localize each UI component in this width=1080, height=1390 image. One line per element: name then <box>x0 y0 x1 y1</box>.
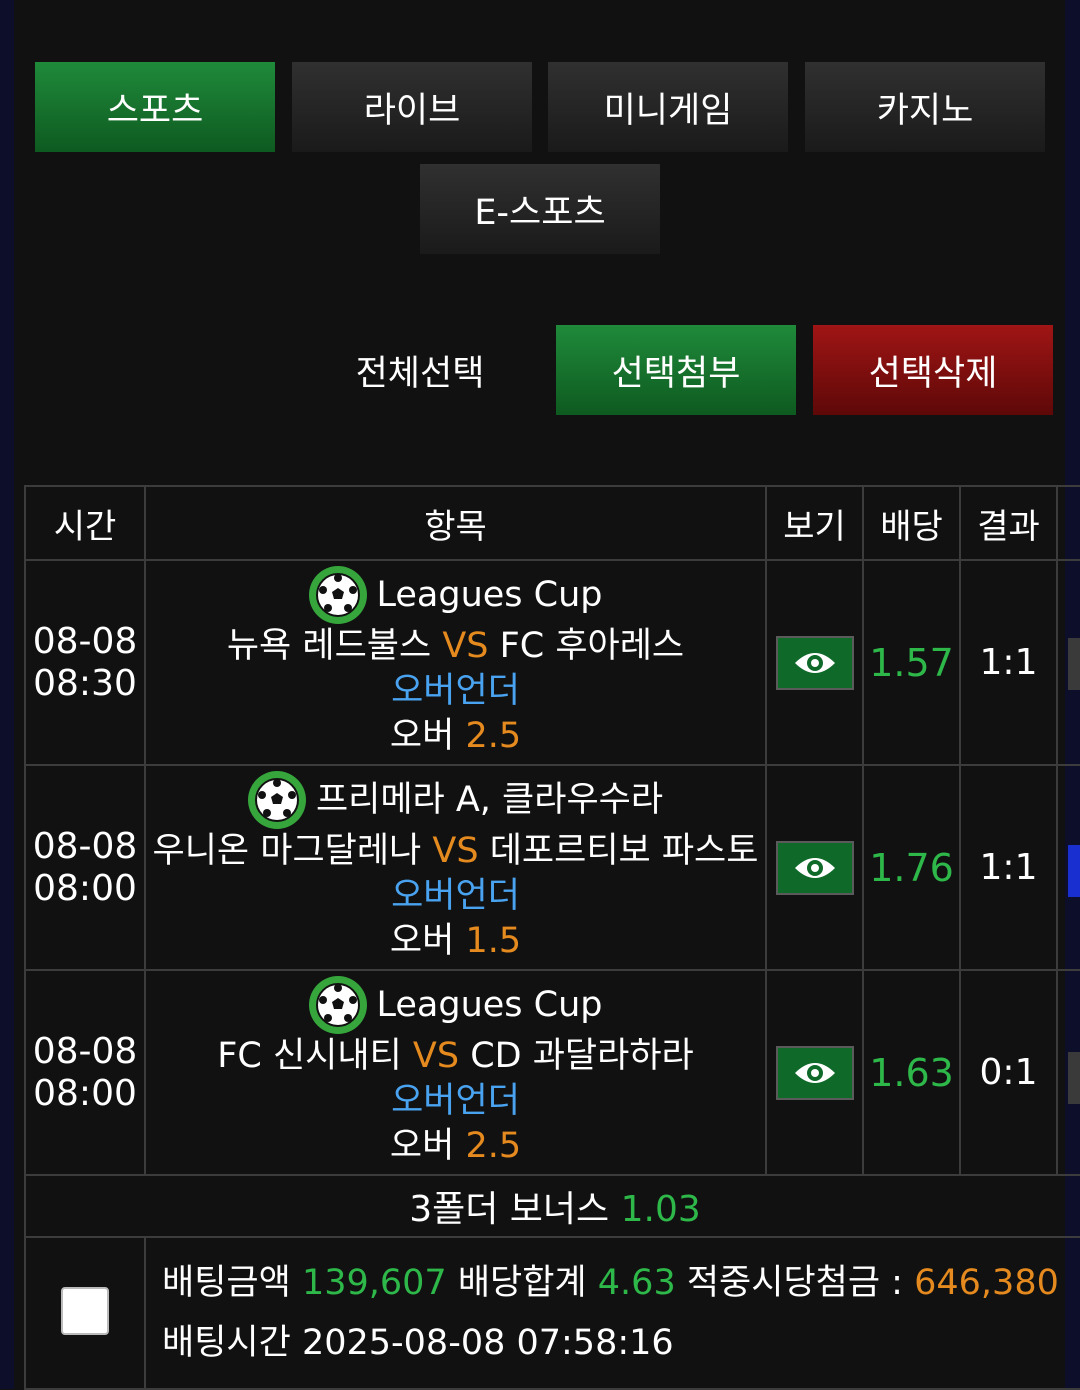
market-type: 오버언더 <box>391 1081 520 1121</box>
view-cell <box>765 764 864 971</box>
summary-row: 배팅금액 139,607 배당합계 4.63 적중시당첨금 : 646,380 … <box>24 1236 1080 1390</box>
league-name: 프리메라 A, 클라우수라 <box>315 779 664 820</box>
result-cell: 1:1 <box>959 764 1058 971</box>
match-time: 08:00 <box>33 867 137 909</box>
league-line: 프리메라 A, 클라우수라 <box>146 771 765 829</box>
item-cell: Leagues Cup 뉴욕 레드불스 VS FC 후아레스 오버언더 오버 2… <box>144 559 767 766</box>
match-date: 08-08 <box>32 825 138 867</box>
tab-sports[interactable]: 스포츠 <box>35 62 275 152</box>
time-cell: 08-08 08:00 <box>24 764 146 971</box>
market-type: 오버언더 <box>391 671 520 711</box>
eye-icon[interactable] <box>775 635 854 690</box>
view-cell <box>765 969 864 1176</box>
soccer-ball-icon <box>308 976 367 1034</box>
table-row: 08-08 08:00 Leagues Cup FC 신시내티 VS CD 과달… <box>24 969 1080 1176</box>
league-name: Leagues Cup <box>376 574 603 615</box>
table-header-row: 시간 항목 보기 배당 결과 <box>24 485 1080 561</box>
odds-cell: 1.63 <box>862 969 961 1176</box>
away-team: FC 후아레스 <box>499 626 685 666</box>
side-marker <box>1068 1052 1080 1104</box>
header-view: 보기 <box>765 485 864 561</box>
match-date: 08-08 <box>32 1030 138 1072</box>
summary-time: 배팅시간 2025-08-08 07:58:16 <box>162 1313 1080 1373</box>
soccer-ball-icon <box>308 566 367 624</box>
tab-live[interactable]: 라이브 <box>292 62 532 152</box>
match-teams: FC 신시내티 VS CD 과달라하라 <box>146 1034 765 1079</box>
header-odds: 배당 <box>862 485 961 561</box>
bet-amount-label: 배팅금액 <box>162 1263 291 1303</box>
bet-time-label: 배팅시간 <box>162 1323 291 1363</box>
tab-esports[interactable]: E-스포츠 <box>420 164 660 254</box>
header-extra <box>1056 485 1080 561</box>
match-teams: 뉴욕 레드불스 VS FC 후아레스 <box>146 624 765 669</box>
time-cell: 08-08 08:30 <box>24 559 146 766</box>
header-result: 결과 <box>959 485 1058 561</box>
select-checkbox[interactable] <box>61 1287 109 1335</box>
side-marker <box>1068 845 1080 897</box>
home-team: FC 신시내티 <box>217 1036 402 1076</box>
time-cell: 08-08 08:00 <box>24 969 146 1176</box>
bonus-value: 1.03 <box>620 1189 701 1230</box>
summary-cell: 배팅금액 139,607 배당합계 4.63 적중시당첨금 : 646,380 … <box>144 1236 1080 1390</box>
checkbox-cell <box>24 1236 146 1390</box>
odds-cell: 1.76 <box>862 764 961 971</box>
bonus-cell: 3폴더 보너스 1.03 <box>24 1174 1080 1238</box>
bet-time: 2025-08-08 07:58:16 <box>301 1323 674 1363</box>
bonus-row: 3폴더 보너스 1.03 <box>24 1174 1080 1238</box>
view-cell <box>765 559 864 766</box>
match-time: 08:00 <box>33 1072 137 1114</box>
tab-minigame[interactable]: 미니게임 <box>548 62 788 152</box>
attach-selected-button[interactable]: 선택첨부 <box>556 325 796 415</box>
header-item: 항목 <box>144 485 767 561</box>
league-name: Leagues Cup <box>376 984 603 1025</box>
away-team: 데포르티보 파스토 <box>489 831 759 871</box>
eye-icon[interactable] <box>775 840 854 895</box>
league-line: Leagues Cup <box>146 566 765 624</box>
home-team: 우니온 마그달레나 <box>152 831 422 871</box>
pick: 오버 <box>389 716 455 756</box>
select-all-button[interactable]: 전체선택 <box>300 325 540 415</box>
line-value: 2.5 <box>465 1126 522 1166</box>
table-row: 08-08 08:30 Leagues Cup 뉴욕 레드불스 VS FC 후아… <box>24 559 1080 766</box>
home-team: 뉴욕 레드불스 <box>226 626 432 666</box>
match-time: 08:30 <box>33 662 137 704</box>
item-cell: Leagues Cup FC 신시내티 VS CD 과달라하라 오버언더 오버 … <box>144 969 767 1176</box>
bet-table: 시간 항목 보기 배당 결과 08-08 08:30 Leagues Cup 뉴… <box>24 485 1080 1390</box>
result-cell: 0:1 <box>959 969 1058 1176</box>
pick: 오버 <box>389 1126 455 1166</box>
tab-casino[interactable]: 카지노 <box>805 62 1045 152</box>
header-time: 시간 <box>24 485 146 561</box>
pick-line: 오버 2.5 <box>146 714 765 759</box>
line-value: 2.5 <box>465 716 522 756</box>
away-team: CD 과달라하라 <box>470 1036 694 1076</box>
pick-line: 오버 1.5 <box>146 919 765 964</box>
match-teams: 우니온 마그달레나 VS 데포르티보 파스토 <box>146 829 765 874</box>
odds-total: 4.63 <box>597 1263 676 1303</box>
eye-icon[interactable] <box>775 1045 854 1100</box>
line-value: 1.5 <box>465 921 522 961</box>
odds-total-label: 배당합계 <box>457 1263 587 1303</box>
item-cell: 프리메라 A, 클라우수라 우니온 마그달레나 VS 데포르티보 파스토 오버언… <box>144 764 767 971</box>
bet-amount: 139,607 <box>301 1263 447 1303</box>
soccer-ball-icon <box>247 771 306 829</box>
result-cell: 1:1 <box>959 559 1058 766</box>
vs-label: VS <box>432 831 479 871</box>
left-edge <box>0 0 14 1389</box>
pick-line: 오버 2.5 <box>146 1124 765 1169</box>
odds-cell: 1.57 <box>862 559 961 766</box>
bonus-label: 3폴더 보너스 <box>409 1189 610 1230</box>
vs-label: VS <box>412 1036 460 1076</box>
summary-amounts: 배팅금액 139,607 배당합계 4.63 적중시당첨금 : 646,380 <box>162 1253 1080 1313</box>
delete-selected-button[interactable]: 선택삭제 <box>813 325 1053 415</box>
market-type: 오버언더 <box>391 876 520 916</box>
vs-label: VS <box>442 626 489 666</box>
league-line: Leagues Cup <box>146 976 765 1034</box>
table-row: 08-08 08:00 프리메라 A, 클라우수라 우니온 마그달레나 VS 데… <box>24 764 1080 971</box>
side-marker <box>1068 638 1080 690</box>
pick: 오버 <box>389 921 455 961</box>
payout-amount: 646,380 <box>914 1263 1059 1303</box>
payout-label: 적중시당첨금 : <box>686 1263 903 1303</box>
match-date: 08-08 <box>32 620 138 662</box>
